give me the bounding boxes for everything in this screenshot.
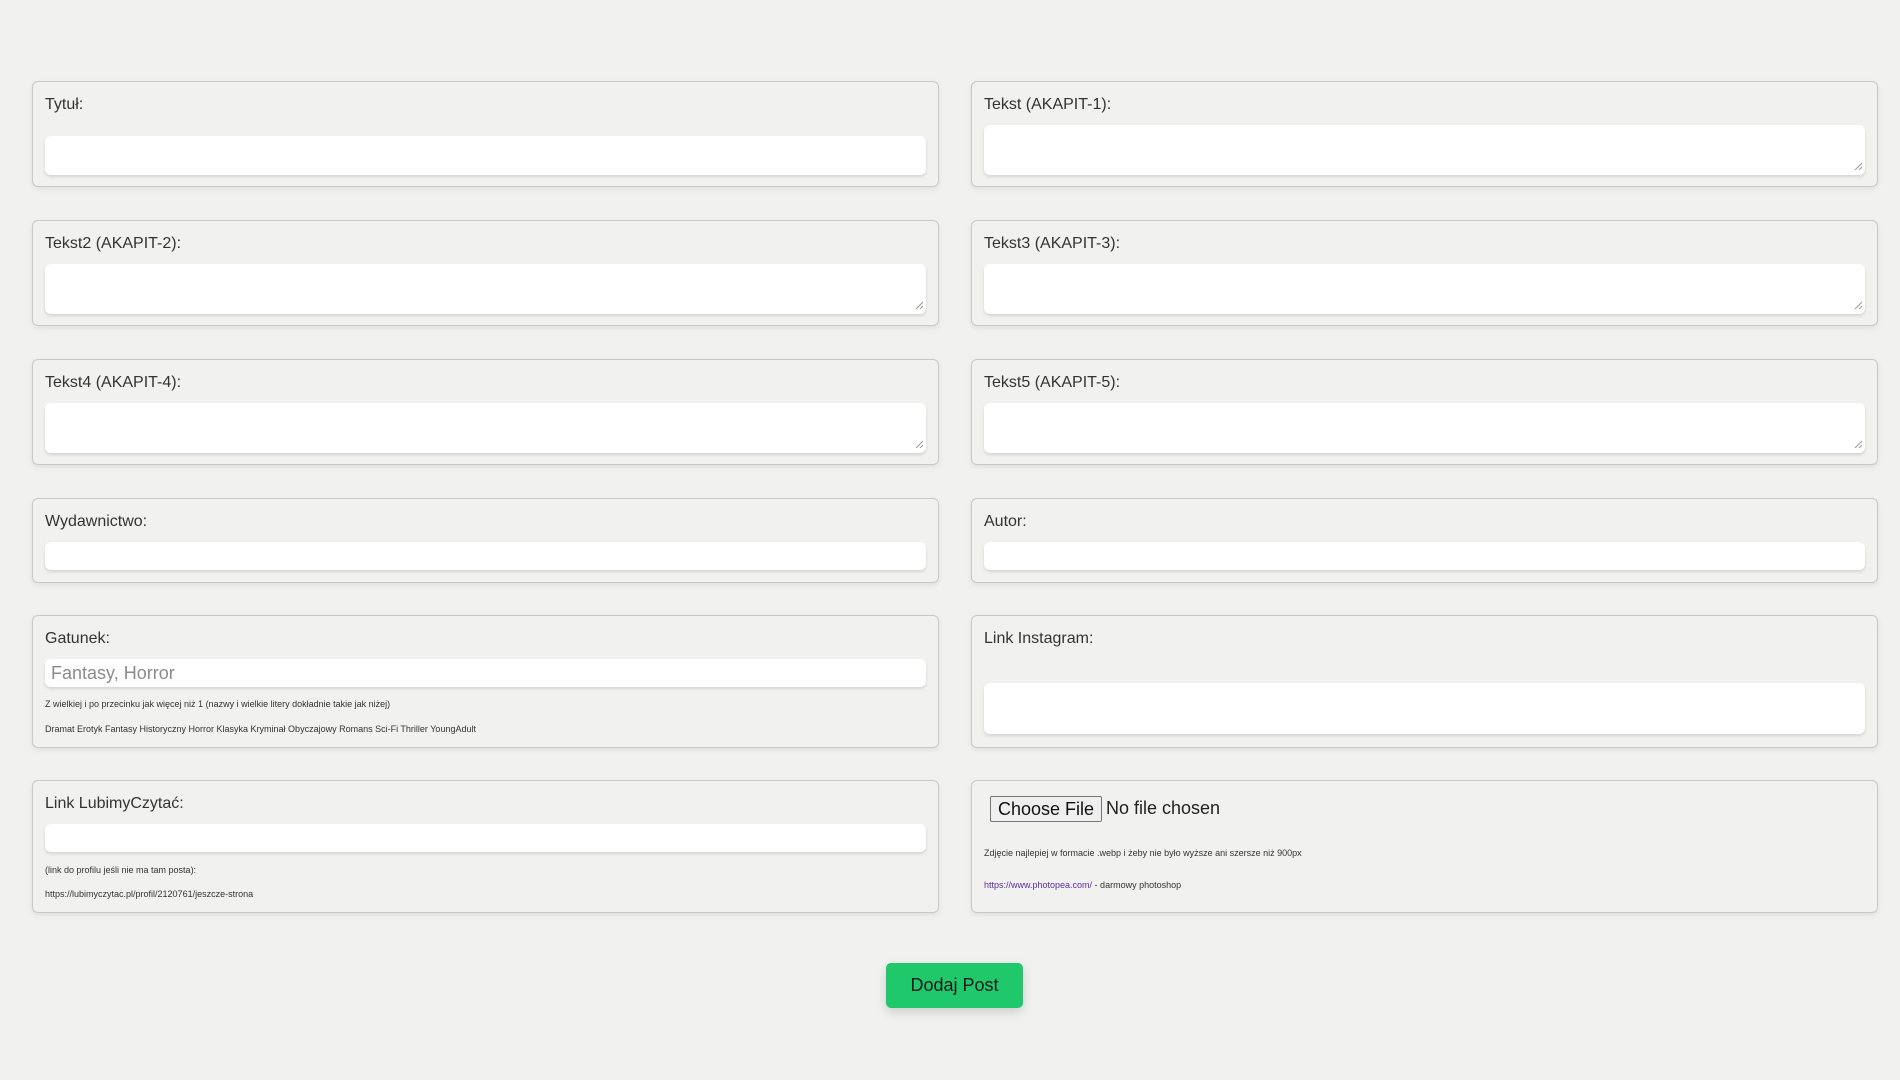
image-card: Choose File No file chosen Zdjęcie najle… xyxy=(971,780,1878,913)
genre-options-text: Dramat Erotyk Fantasy Historyczny Horror… xyxy=(45,724,476,734)
text4-label: Tekst4 (AKAPIT-4): xyxy=(45,374,182,391)
text2-card: Tekst2 (AKAPIT-2): xyxy=(32,220,939,326)
text5-card: Tekst5 (AKAPIT-5): xyxy=(971,359,1878,465)
genre-input[interactable] xyxy=(45,659,926,687)
text4-textarea[interactable] xyxy=(45,403,926,453)
title-card: Tytuł: xyxy=(32,81,939,187)
lubimyczytac-label: Link LubimyCzytać: xyxy=(45,795,184,812)
instagram-label: Link Instagram: xyxy=(984,630,1094,647)
photopea-line: https://www.photopea.com/ - darmowy phot… xyxy=(984,880,1181,890)
author-label: Autor: xyxy=(984,513,1027,530)
text1-label: Tekst (AKAPIT-1): xyxy=(984,96,1112,113)
instagram-input[interactable] xyxy=(984,683,1865,734)
text3-card: Tekst3 (AKAPIT-3): xyxy=(971,220,1878,326)
genre-hint: Z wielkiej i po przecinku jak więcej niż… xyxy=(45,699,391,709)
publisher-input[interactable] xyxy=(45,542,926,570)
author-input[interactable] xyxy=(984,542,1865,570)
text5-textarea[interactable] xyxy=(984,403,1865,453)
lubimyczytac-card: Link LubimyCzytać: (link do profilu jeśl… xyxy=(32,780,939,913)
text5-label: Tekst5 (AKAPIT-5): xyxy=(984,374,1121,391)
text1-card: Tekst (AKAPIT-1): xyxy=(971,81,1878,187)
submit-button[interactable]: Dodaj Post xyxy=(886,963,1023,1008)
text4-card: Tekst4 (AKAPIT-4): xyxy=(32,359,939,465)
photopea-link[interactable]: https://www.photopea.com/ xyxy=(984,880,1092,890)
lubimyczytac-hint: (link do profilu jeśli nie ma tam posta)… xyxy=(45,865,197,875)
lubimyczytac-input[interactable] xyxy=(45,824,926,852)
file-status: No file chosen xyxy=(1106,798,1221,818)
text2-textarea[interactable] xyxy=(45,264,926,314)
instagram-card: Link Instagram: xyxy=(971,615,1878,748)
lubimyczytac-example: https://lubimyczytac.pl/profil/2120761/j… xyxy=(45,889,254,899)
author-card: Autor: xyxy=(971,498,1878,583)
text3-textarea[interactable] xyxy=(984,264,1865,314)
publisher-card: Wydawnictwo: xyxy=(32,498,939,583)
title-label: Tytuł: xyxy=(45,96,84,113)
publisher-label: Wydawnictwo: xyxy=(45,513,148,530)
image-hint: Zdjęcie najlepiej w formacie .webp i żeb… xyxy=(984,848,1302,858)
genre-card: Gatunek: Z wielkiej i po przecinku jak w… xyxy=(32,615,939,748)
text3-label: Tekst3 (AKAPIT-3): xyxy=(984,235,1121,252)
title-input[interactable] xyxy=(45,136,926,175)
genre-label: Gatunek: xyxy=(45,630,110,647)
text2-label: Tekst2 (AKAPIT-2): xyxy=(45,235,182,252)
photopea-suffix: - darmowy photoshop xyxy=(1092,880,1182,890)
choose-file-button[interactable]: Choose File xyxy=(990,796,1103,822)
text1-textarea[interactable] xyxy=(984,125,1865,175)
